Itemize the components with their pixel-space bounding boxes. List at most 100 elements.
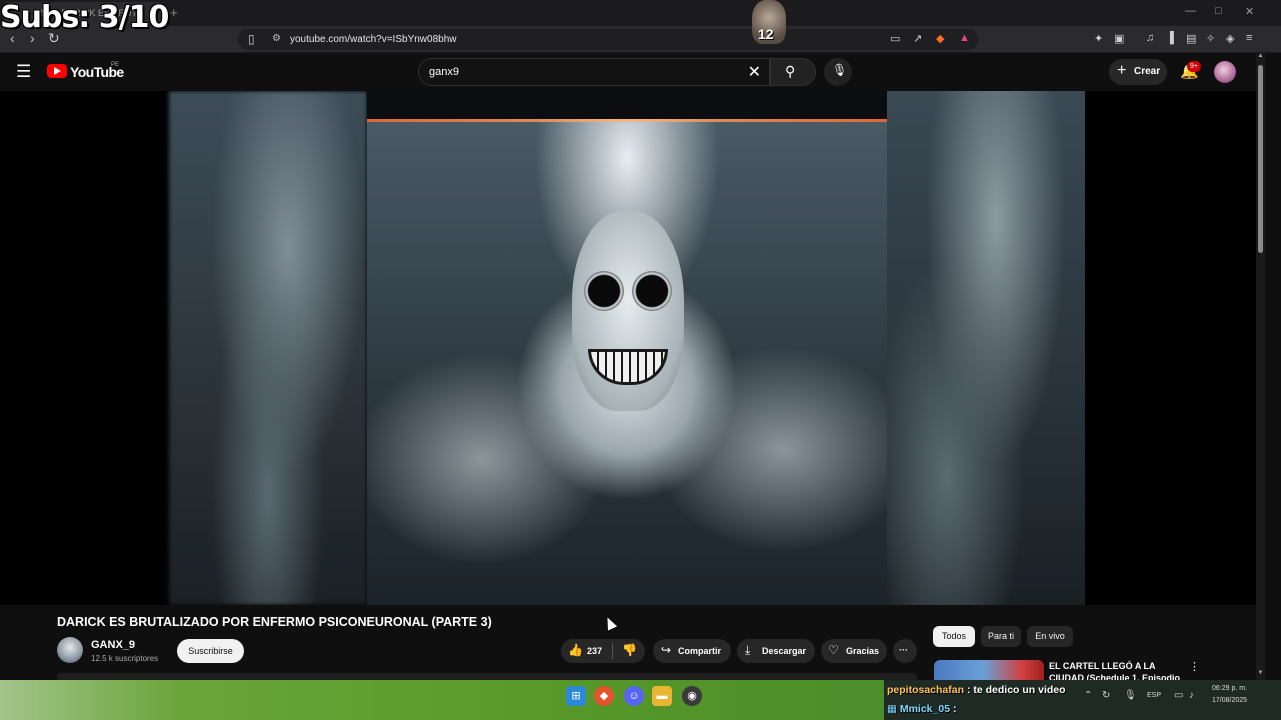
search-input[interactable]: ganx9 ✕: [418, 58, 770, 86]
chip-en-vivo[interactable]: En vivo: [1027, 626, 1073, 647]
clock-date[interactable]: 17/08/2025: [1212, 697, 1247, 704]
youtube-logo-icon[interactable]: [47, 64, 67, 78]
brave-icon[interactable]: ◆: [594, 686, 614, 706]
search-icon: ⚲: [785, 63, 796, 79]
microphone-icon: 🎙: [832, 63, 848, 77]
channel-avatar[interactable]: [57, 637, 83, 663]
share-icon: ↪: [661, 643, 672, 657]
country-code: PE: [111, 62, 120, 68]
right-eye: [632, 271, 672, 311]
screen: (537) DARICK ES BRUTALIZADO × + — □ ✕ ‹ …: [0, 0, 1281, 720]
video-frame: [367, 91, 887, 605]
close-window-icon[interactable]: ✕: [1245, 5, 1254, 18]
menu-icon[interactable]: ☰: [16, 62, 31, 82]
left-eye: [584, 271, 624, 311]
chat-message: pepitosachafan : te dedico un video: [887, 684, 1066, 696]
clock-time[interactable]: 06:29 p. m.: [1212, 685, 1247, 692]
video-blur-right: [887, 91, 1085, 605]
site-settings-icon[interactable]: ⚙: [272, 33, 281, 44]
download-label: Descargar: [762, 646, 807, 656]
like-dislike-group: 👍 237 👎: [561, 639, 645, 663]
mouse-cursor: [602, 615, 618, 631]
chip-para-ti[interactable]: Para ti: [981, 626, 1021, 647]
screenshot-icon[interactable]: ▣: [1114, 32, 1124, 45]
maximize-icon[interactable]: □: [1215, 5, 1222, 17]
extensions-icon[interactable]: ✦: [1094, 32, 1103, 45]
recommendation-title[interactable]: EL CARTEL LLEGÓ A LA CIUDAD (Schedule 1,…: [1049, 660, 1189, 680]
grinning-mouth: [588, 349, 668, 385]
chat-username: pepitosachafan: [887, 684, 965, 696]
shield-icon[interactable]: ◆: [936, 32, 944, 45]
create-label: Crear: [1134, 66, 1161, 77]
browser-menu-icon[interactable]: ≡: [1246, 32, 1252, 44]
tray-chevron-icon[interactable]: ⌃: [1084, 690, 1092, 701]
tray-sync-icon[interactable]: ↻: [1102, 690, 1110, 701]
youtube-header: ☰ YouTube PE ganx9 ✕ ⚲ 🎙 + Crear 🔔 9+: [0, 53, 1256, 91]
bookmark-icon[interactable]: ▯: [248, 32, 255, 46]
chip-todos[interactable]: Todos: [933, 626, 975, 647]
more-icon: ···: [899, 645, 908, 655]
cast-icon[interactable]: ▭: [890, 32, 900, 45]
like-count[interactable]: 237: [587, 646, 602, 656]
sidebar-icon[interactable]: ▐: [1166, 32, 1174, 44]
taskbar: ⊞ ◆ ☺ ▬ ◉ ⌃ ↻ 🎙 ESP ▭ ♪ 06:29 p. m. 17/0…: [0, 680, 1281, 720]
file-explorer-icon[interactable]: ▬: [652, 686, 672, 706]
browser-toolbar: ‹ › ↻ ▯ ⚙ youtube.com/watch?v=ISbYnw08bh…: [0, 26, 1281, 53]
more-actions-button[interactable]: ···: [893, 639, 917, 663]
minimize-icon[interactable]: —: [1185, 5, 1196, 17]
like-divider: [612, 643, 613, 659]
chat-text: :: [952, 703, 957, 715]
scroll-up-icon[interactable]: ▲: [1256, 53, 1265, 59]
page-scrollbar[interactable]: ▲ ▼: [1256, 53, 1265, 680]
tray-volume-icon[interactable]: ♪: [1189, 690, 1194, 701]
create-button[interactable]: + Crear: [1109, 59, 1167, 85]
share-page-icon[interactable]: ↗: [913, 32, 922, 45]
plus-icon: +: [1117, 62, 1127, 79]
recommendation-menu-icon[interactable]: ⋮: [1189, 660, 1200, 673]
chat-message: ▦ Mmick_05 :: [887, 703, 956, 715]
download-button[interactable]: ⤓ Descargar: [737, 639, 815, 663]
dislike-icon[interactable]: 👎: [622, 643, 637, 657]
chat-text: : te dedico un video: [966, 684, 1066, 696]
search-button[interactable]: ⚲: [770, 58, 816, 86]
channel-name[interactable]: GANX_9: [91, 639, 135, 651]
download-icon: ⤓: [745, 643, 751, 657]
subs-counter-overlay: Subs: 3/10: [0, 0, 169, 35]
music-icon[interactable]: ♫: [1146, 32, 1154, 44]
rewards-icon[interactable]: ▲: [959, 32, 970, 44]
thanks-icon: ♡: [828, 643, 839, 657]
tray-display-icon[interactable]: ▭: [1174, 690, 1183, 701]
share-button[interactable]: ↪ Compartir: [653, 639, 731, 663]
url-text[interactable]: youtube.com/watch?v=ISbYnw08bhw: [290, 34, 457, 45]
language-indicator[interactable]: ESP: [1147, 692, 1161, 699]
obs-icon[interactable]: ◉: [682, 686, 702, 706]
search-value[interactable]: ganx9: [429, 66, 459, 78]
thanks-label: Gracias: [846, 646, 880, 656]
video-player[interactable]: [0, 91, 1256, 605]
channel-subscriber-count: 12.5 k suscriptores: [91, 654, 159, 663]
notification-badge: 9+: [1187, 61, 1201, 72]
new-tab-icon[interactable]: +: [170, 5, 178, 20]
scroll-thumb[interactable]: [1258, 65, 1263, 253]
like-icon[interactable]: 👍: [568, 643, 583, 657]
subscribe-button[interactable]: Suscribirse: [177, 639, 244, 663]
leo-icon[interactable]: ✧: [1206, 32, 1215, 45]
description-box-top[interactable]: [57, 673, 917, 680]
clear-search-icon[interactable]: ✕: [748, 62, 761, 82]
chat-badge-icon: ▦: [887, 703, 897, 715]
chat-username: Mmick_05: [899, 703, 951, 715]
video-glow-edge: [367, 119, 887, 122]
wallet-icon[interactable]: ▤: [1186, 32, 1196, 45]
vpn-icon[interactable]: ◈: [1226, 32, 1234, 45]
address-bar[interactable]: ▯ ⚙ youtube.com/watch?v=ISbYnw08bhw ▭ ↗ …: [238, 29, 978, 50]
browser-tabstrip: (537) DARICK ES BRUTALIZADO × + — □ ✕: [0, 0, 1281, 26]
account-avatar[interactable]: [1214, 61, 1236, 83]
recommendation-thumbnail[interactable]: [934, 660, 1044, 680]
discord-icon[interactable]: ☺: [624, 686, 644, 706]
voice-search-button[interactable]: 🎙: [824, 58, 852, 86]
start-icon[interactable]: ⊞: [566, 686, 586, 706]
scroll-down-icon[interactable]: ▼: [1256, 670, 1265, 676]
share-label: Compartir: [678, 646, 722, 656]
tray-mic-icon[interactable]: 🎙: [1124, 690, 1137, 701]
thanks-button[interactable]: ♡ Gracias: [821, 639, 887, 663]
